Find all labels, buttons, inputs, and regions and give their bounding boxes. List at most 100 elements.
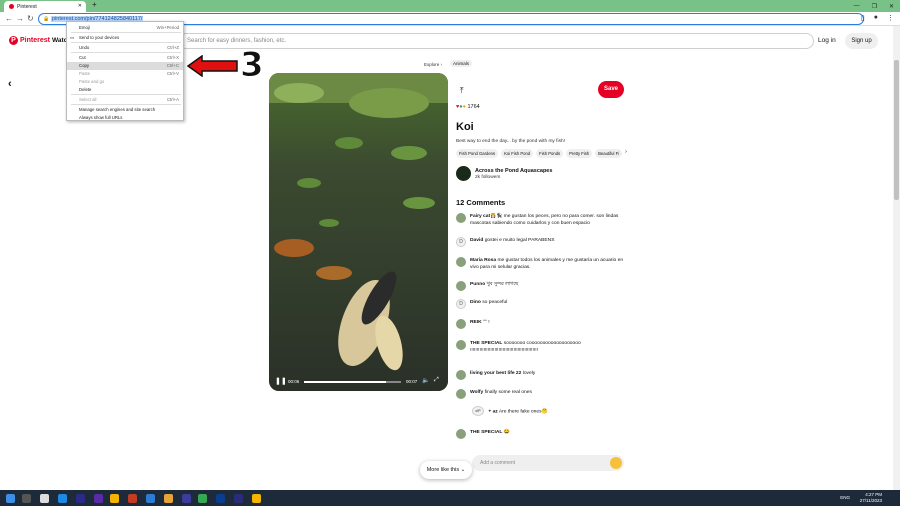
tag-chip[interactable]: Beautiful Fi (595, 149, 623, 158)
login-button[interactable]: Log in (818, 37, 836, 44)
comment-user[interactable]: THE SPECIAL (470, 430, 502, 435)
back-arrow-icon[interactable]: ‹ (8, 78, 12, 90)
comment-avatar[interactable] (456, 389, 466, 399)
comment-avatar[interactable] (456, 340, 466, 350)
comment-user[interactable]: living your best life 22 (470, 371, 521, 376)
start-icon[interactable] (6, 494, 15, 503)
chrome-icon[interactable] (198, 494, 207, 503)
minimize-button[interactable]: — (854, 3, 860, 9)
menu-item-copy[interactable]: Copy Ctrl+C (67, 62, 183, 70)
chrome-icon[interactable] (110, 494, 119, 503)
signup-button[interactable]: Sign up (845, 33, 878, 49)
menu-item-send-to-your-devices[interactable]: Send to your devices ▭ (67, 34, 183, 42)
menu-kebab-icon[interactable]: ⋮ (887, 14, 894, 22)
app-icon[interactable] (146, 494, 155, 503)
tag-chip[interactable]: Pretty Fish (566, 149, 593, 158)
app-icon[interactable] (94, 494, 103, 503)
creator-name[interactable]: Across the Pond Aquascapes (475, 168, 552, 174)
tag-chip[interactable]: Koi Fish Pond (501, 149, 534, 158)
menu-item-label: Send to your devices (79, 35, 120, 40)
app-icon[interactable] (76, 494, 85, 503)
pinterest-brand[interactable]: Pinterest (20, 37, 50, 44)
pin-video[interactable]: ❚❚ 00:06 00:07 🔈 ⤢ (269, 73, 448, 391)
reply-avatar[interactable]: c!P (472, 406, 484, 416)
sidebar-icon[interactable]: ▯ (861, 14, 865, 22)
comment-user[interactable]: REIK (470, 320, 482, 325)
comment-avatar[interactable] (456, 213, 466, 223)
reply-user[interactable]: + az (488, 409, 497, 414)
menu-item-manage-search-engines-and-site-search[interactable]: Manage search engines and site search (67, 106, 183, 114)
comment-avatar[interactable] (456, 370, 466, 380)
share-icon[interactable]: ⤒ (460, 86, 464, 96)
comment-avatar[interactable] (456, 257, 466, 267)
breadcrumb-explore[interactable]: Explore (424, 62, 439, 67)
menu-item-always-show-full-urls[interactable]: Always show full URLs (67, 114, 183, 122)
menu-item-undo[interactable]: Undo Ctrl+Z (67, 44, 183, 52)
maximize-button[interactable]: ❐ (872, 3, 877, 10)
breadcrumb-sep: › (440, 62, 443, 67)
close-tab-icon[interactable]: ✕ (78, 3, 82, 9)
system-clock[interactable]: 4:27 PM 27/11/2023 (860, 492, 882, 504)
tray-language[interactable]: ENG (840, 495, 850, 500)
tag-chip[interactable]: Fish Pond Gardens (456, 149, 499, 158)
app-icon[interactable] (58, 494, 67, 503)
menu-item-cut[interactable]: Cut Ctrl+X (67, 54, 183, 62)
photoshop-icon[interactable] (216, 494, 225, 503)
reload-icon[interactable]: ↻ (27, 14, 34, 23)
comment-user[interactable]: Punno (470, 282, 485, 287)
task-view-icon[interactable] (40, 494, 49, 503)
more-like-this-button[interactable]: More like this ⌄ (420, 461, 472, 479)
forward-nav-icon[interactable]: → (16, 14, 24, 23)
comment-user[interactable]: THE SPECIAL (470, 341, 502, 346)
comment-item: THE SPECIAL 😂 (456, 429, 624, 439)
menu-item-delete[interactable]: Delete (67, 86, 183, 94)
annotation-arrow-icon (187, 55, 238, 77)
scrollbar-thumb[interactable] (894, 60, 899, 200)
save-button[interactable]: Save (598, 81, 624, 98)
comment-user[interactable]: Maria Rosa (470, 258, 496, 263)
video-progress-track[interactable] (304, 381, 401, 383)
reactions[interactable]: ♥●● 1764 (456, 104, 480, 110)
comment-text: so peaceful (482, 300, 508, 305)
menu-item-paste-and-go[interactable]: Paste and go (67, 78, 183, 86)
comment-item: D Dino so peaceful (456, 299, 624, 309)
breadcrumb-current[interactable]: Animals (450, 60, 473, 67)
app-icon[interactable] (182, 494, 191, 503)
emoji-icon[interactable] (610, 457, 622, 469)
file-explorer-icon[interactable] (164, 494, 173, 503)
menu-item-emoji[interactable]: Emoji Win+Period (67, 24, 183, 32)
comment-user[interactable]: Fairy cat👸🏻🐈‍⬛ (470, 214, 502, 219)
pinterest-logo-icon[interactable]: P (9, 36, 18, 45)
comment-avatar[interactable] (456, 319, 466, 329)
back-nav-icon[interactable]: ← (5, 14, 13, 23)
chevron-right-icon[interactable]: › (625, 149, 627, 158)
fullscreen-icon[interactable]: ⤢ (434, 377, 439, 384)
menu-item-label: Delete (79, 87, 92, 92)
comment-user[interactable]: Dino (470, 300, 481, 305)
close-window-button[interactable]: ✕ (889, 3, 894, 10)
comment-user[interactable]: Wolfy (470, 390, 483, 395)
volume-icon[interactable]: 🔈 (422, 377, 429, 384)
comment-user[interactable]: David (470, 238, 483, 243)
search-input[interactable]: Search for easy dinners, fashion, etc. (178, 33, 814, 49)
add-comment-input[interactable]: Add a comment (472, 455, 624, 471)
comment-item: Punno খুব সুন্দর লাগছে (456, 281, 624, 291)
comment-avatar[interactable] (456, 281, 466, 291)
menu-item-select-all[interactable]: Select all Ctrl+A (67, 96, 183, 104)
creator-avatar[interactable] (456, 166, 471, 181)
comment-avatar[interactable] (456, 429, 466, 439)
pin-description: Best way to end the day... by the pond w… (456, 139, 565, 144)
tag-chip[interactable]: Fish Ponds (536, 149, 564, 158)
browser-tab[interactable]: Pinterest ✕ (4, 1, 86, 12)
profile-icon[interactable]: ● (874, 14, 878, 22)
comment-avatar[interactable]: D (456, 237, 466, 247)
menu-item-paste[interactable]: Paste Ctrl+V (67, 70, 183, 78)
search-icon[interactable] (22, 494, 31, 503)
chrome-icon[interactable] (252, 494, 261, 503)
premiere-icon[interactable] (234, 494, 243, 503)
lock-icon[interactable]: 🔒 (43, 16, 49, 22)
comment-avatar[interactable]: D (456, 299, 466, 309)
new-tab-button[interactable]: + (92, 0, 97, 9)
app-icon[interactable] (128, 494, 137, 503)
pause-icon[interactable]: ❚❚ (275, 377, 287, 385)
